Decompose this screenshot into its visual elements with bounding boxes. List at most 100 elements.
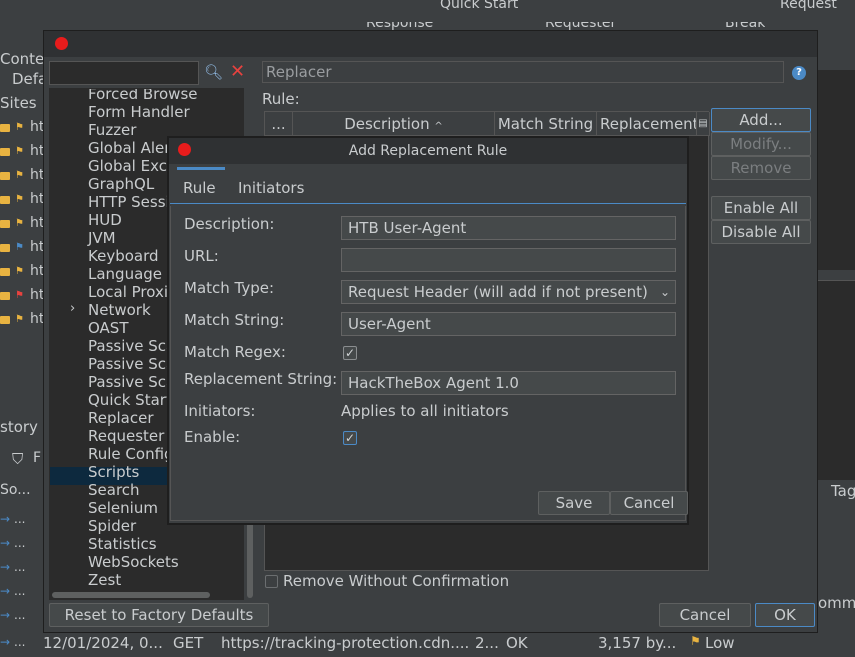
site-node[interactable]: ⚑ ht (0, 190, 48, 212)
tree-item-scripts[interactable]: Scripts (88, 463, 139, 481)
tree-item-zest[interactable]: Zest (88, 571, 121, 589)
tree-item-search[interactable]: Search (88, 481, 140, 499)
match-string-label: Match String: (184, 311, 285, 329)
tab-break[interactable]: Break (725, 22, 765, 30)
tree-item-passive-scan[interactable]: Passive Sca (88, 337, 175, 355)
toolbar-quick-start[interactable]: Quick Start (440, 0, 518, 14)
match-regex-label: Match Regex: (184, 343, 286, 361)
remove-without-confirmation-checkbox[interactable] (265, 575, 278, 588)
tree-item-passive-scan[interactable]: Passive Sca (88, 355, 175, 373)
history-risk: Low (705, 634, 735, 652)
remove-button[interactable]: Remove (711, 156, 811, 180)
disable-all-button[interactable]: Disable All (711, 220, 811, 244)
tree-item-http-sessions[interactable]: HTTP Sessi (88, 193, 170, 211)
tree-item-quick-start[interactable]: Quick Start (88, 391, 172, 409)
reset-defaults-button[interactable]: Reset to Factory Defaults (49, 603, 269, 627)
arrow-icon: → (0, 635, 11, 649)
tree-item-forced-browse[interactable]: Forced Browse (88, 89, 198, 103)
tree-item-requester[interactable]: Requester (88, 427, 164, 445)
match-string-field[interactable]: User-Agent (341, 312, 676, 336)
match-regex-checkbox[interactable]: ✓ (343, 346, 357, 360)
column-header-match-string[interactable]: Match String (495, 112, 597, 136)
history-tab[interactable]: story (0, 418, 38, 436)
filter-icon[interactable]: ⛉ (12, 450, 23, 468)
enable-all-button[interactable]: Enable All (711, 196, 811, 220)
close-icon[interactable] (55, 37, 68, 50)
history-url: https://tracking-protection.cdn.... (221, 634, 470, 652)
tree-item-passive-scan[interactable]: Passive Sca (88, 373, 175, 391)
tree-item-statistics[interactable]: Statistics (88, 535, 157, 553)
site-node[interactable]: ⚑ ht (0, 262, 48, 284)
match-type-select[interactable]: Request Header (will add if not present)… (341, 280, 676, 304)
tree-item-global-excl[interactable]: Global Excl (88, 157, 171, 175)
history-row[interactable]: → ... 12/01/2024, 0... GET https://track… (0, 630, 855, 657)
tree-item-replacer[interactable]: Replacer (88, 409, 154, 427)
options-search-input[interactable] (49, 61, 199, 85)
folder-icon (0, 124, 10, 132)
tab-initiators[interactable]: Initiators (238, 179, 304, 197)
replacement-string-field[interactable]: HackTheBox Agent 1.0 (341, 371, 676, 395)
folder-icon (0, 172, 10, 180)
tree-item-oast[interactable]: OAST (88, 319, 129, 337)
site-node[interactable]: ⚑ ht (0, 118, 48, 140)
tree-item-graphql[interactable]: GraphQL (88, 175, 154, 193)
tree-item-language[interactable]: Language (88, 265, 162, 283)
tree-item-fuzzer[interactable]: Fuzzer (88, 121, 136, 139)
url-field[interactable] (341, 248, 676, 272)
tree-item-rule-config[interactable]: Rule Config (88, 445, 174, 463)
column-chooser-icon[interactable]: ▤ (697, 112, 710, 136)
site-node[interactable]: ⚑ ht (0, 238, 48, 260)
rule-save-button[interactable]: Save (538, 491, 610, 515)
folder-icon (0, 196, 10, 204)
site-node[interactable]: ⚑ ht (0, 286, 48, 308)
remove-without-confirmation-label: Remove Without Confirmation (283, 572, 510, 590)
rule-cancel-button[interactable]: Cancel (610, 491, 688, 515)
tab-requester[interactable]: Requester (545, 22, 616, 30)
modify-button[interactable]: Modify... (711, 132, 811, 156)
rule-label: Rule: (262, 90, 300, 108)
folder-icon (0, 292, 10, 300)
options-cancel-button[interactable]: Cancel (659, 603, 751, 627)
ok-button[interactable]: OK (755, 603, 815, 627)
add-button[interactable]: Add... (711, 108, 811, 132)
arrow-icon: → (0, 512, 11, 526)
column-header-enabled[interactable]: ... (265, 112, 293, 136)
tree-item-keyboard[interactable]: Keyboard (88, 247, 159, 265)
toolbar-request[interactable]: Request (780, 0, 837, 14)
search-icon[interactable]: 🔍︎ (204, 63, 223, 81)
site-node[interactable]: ⚑ ht (0, 214, 48, 236)
column-header-description[interactable]: Description ^ (293, 112, 495, 136)
main-toolbar: Quick Start Request Response Requester B… (0, 0, 855, 30)
tab-response[interactable]: Response (366, 22, 433, 30)
flag-icon: ⚑ (15, 314, 24, 325)
site-node[interactable]: ⚑ ht (0, 310, 48, 332)
tree-item-global-alert[interactable]: Global Alert (88, 139, 176, 157)
site-node[interactable]: ⚑ ht (0, 142, 48, 164)
tree-item-hud[interactable]: HUD (88, 211, 122, 229)
chevron-down-icon: ⌄ (659, 285, 670, 299)
tree-item-network[interactable]: Network (88, 301, 151, 319)
clear-icon[interactable]: ✕ (230, 61, 245, 82)
replacer-header: Replacer (262, 61, 784, 83)
default-context[interactable]: Defa (12, 70, 47, 88)
source-column-header[interactable]: So... (0, 482, 31, 498)
right-panel-area (816, 70, 855, 270)
rule-tabbar: Rule Initiators (170, 172, 686, 204)
tag-column-header[interactable]: Tag (831, 482, 855, 500)
site-node[interactable]: ⚑ ht (0, 166, 48, 188)
tree-item-selenium[interactable]: Selenium (88, 499, 158, 517)
enable-label: Enable: (184, 428, 241, 446)
folder-icon (0, 268, 10, 276)
enable-checkbox[interactable]: ✓ (343, 431, 357, 445)
tree-item-jvm[interactable]: JVM (88, 229, 116, 247)
column-header-replacement[interactable]: Replacement (597, 112, 697, 136)
chevron-right-icon[interactable]: › (70, 301, 75, 316)
tab-rule[interactable]: Rule (183, 179, 216, 197)
description-field[interactable]: HTB User-Agent (341, 216, 676, 240)
tree-item-local-proxies[interactable]: Local Proxi (88, 283, 168, 301)
help-icon[interactable]: ? (792, 66, 806, 80)
tree-item-spider[interactable]: Spider (88, 517, 136, 535)
tree-item-websockets[interactable]: WebSockets (88, 553, 179, 571)
tree-item-form-handler[interactable]: Form Handler (88, 103, 190, 121)
tree-hscroll-thumb[interactable] (52, 592, 210, 598)
